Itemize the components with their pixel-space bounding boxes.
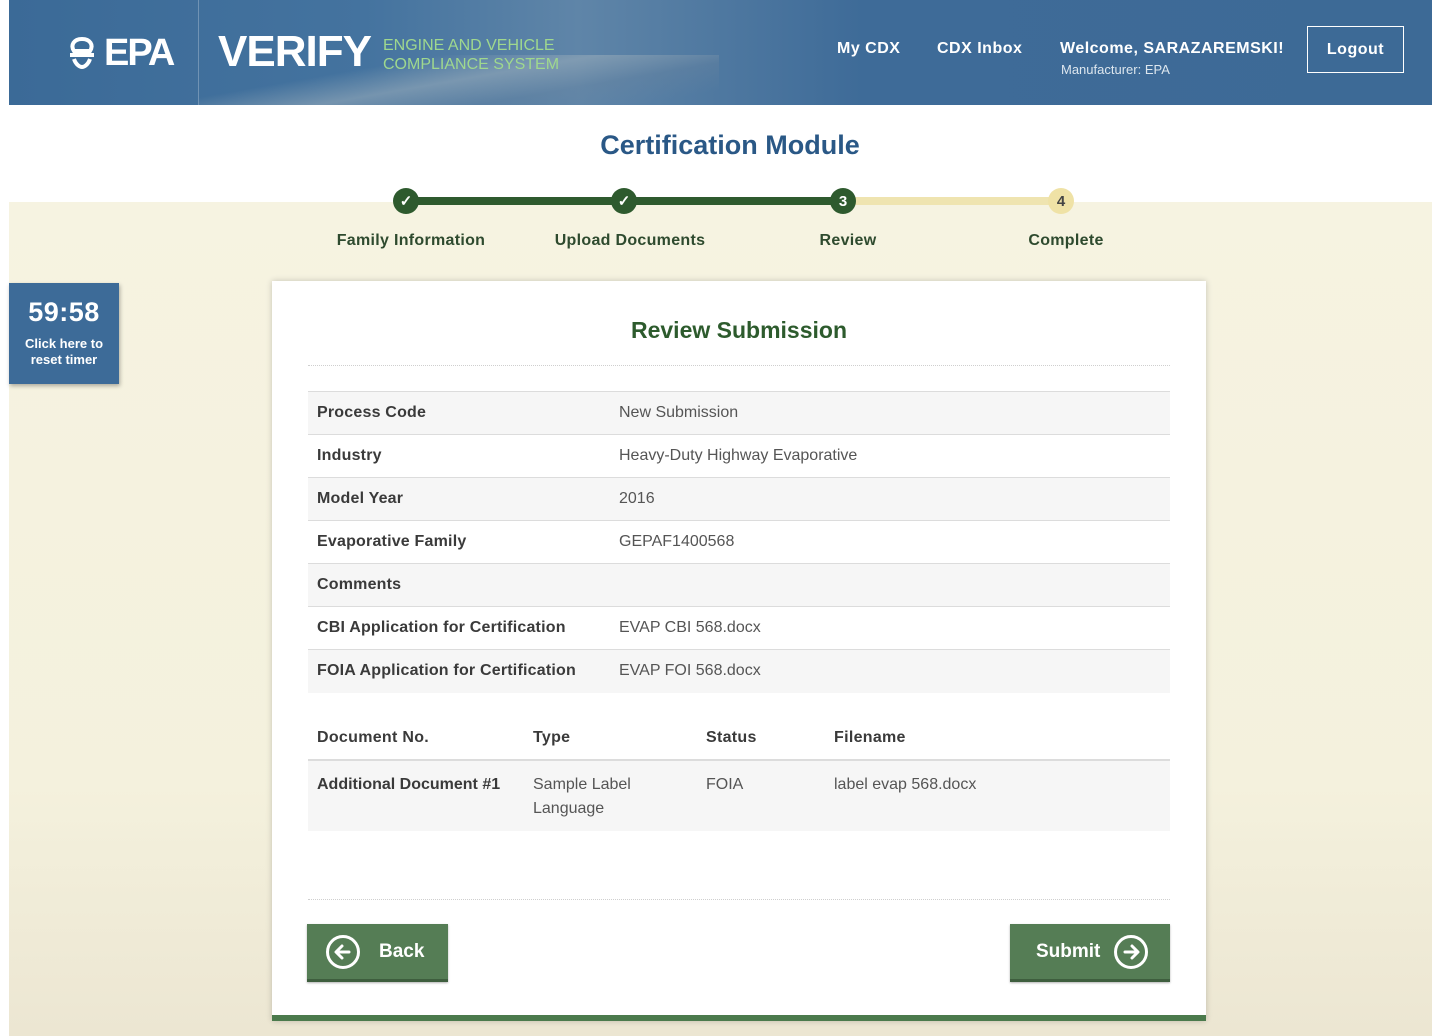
col-header-status: Status	[697, 717, 825, 761]
summary-value: EVAP FOI 568.docx	[619, 662, 761, 680]
step-1-checkmark-icon: ✓	[393, 188, 419, 214]
step-label-upload-documents: Upload Documents	[554, 232, 706, 249]
divider	[308, 365, 1170, 366]
arrow-right-icon	[1114, 934, 1149, 969]
system-name-line1: ENGINE AND VEHICLE	[383, 37, 555, 54]
arrow-left-icon	[326, 934, 360, 969]
review-card: Review Submission Process Code New Submi…	[272, 281, 1206, 1021]
doc-status: FOIA	[697, 760, 825, 831]
timer-hint-line2: reset timer	[30, 352, 98, 367]
system-name: ENGINE AND VEHICLE COMPLIANCE SYSTEM	[383, 36, 559, 74]
stepper-track-pending	[843, 197, 1061, 205]
step-label-review: Review	[819, 232, 877, 249]
doc-filename: label evap 568.docx	[825, 760, 1170, 831]
welcome-user: Welcome, SARAZAREMSKI!	[1060, 40, 1285, 57]
summary-value: Heavy-Duty Highway Evaporative	[619, 447, 858, 464]
timer-reset-hint: Click here to reset timer	[9, 336, 119, 368]
back-label: Back	[379, 940, 425, 962]
summary-row: Industry Heavy-Duty Highway Evaporative	[308, 434, 1170, 478]
summary-row: CBI Application for Certification EVAP C…	[308, 606, 1170, 650]
col-header-type: Type	[524, 717, 697, 761]
manufacturer-label: Manufacturer: EPA	[1061, 62, 1170, 77]
summary-value: 2016	[619, 490, 655, 507]
doc-number: Additional Document #1	[308, 760, 524, 831]
doc-type-line1: Sample Label	[533, 776, 631, 793]
nav-cdx-inbox[interactable]: CDX Inbox	[937, 40, 1022, 58]
summary-row: FOIA Application for Certification EVAP …	[308, 649, 1170, 693]
divider	[308, 899, 1170, 900]
app-name: VERIFY	[218, 27, 372, 76]
step-4-number: 4	[1048, 188, 1074, 214]
submit-button[interactable]: Submit	[1010, 924, 1170, 982]
system-name-line2: COMPLIANCE SYSTEM	[383, 56, 560, 73]
documents-table: Document No. Type Status Filename Additi…	[308, 717, 1170, 831]
step-label-complete: Complete	[1028, 232, 1104, 249]
summary-row: Comments	[308, 563, 1170, 607]
summary-key: Industry	[317, 447, 382, 464]
step-2-checkmark-icon: ✓	[611, 188, 637, 214]
step-3-number: 3	[830, 188, 856, 214]
doc-type-line2: Language	[533, 800, 605, 817]
doc-type: Sample Label Language	[524, 760, 697, 831]
logout-button[interactable]: Logout	[1307, 26, 1404, 73]
epa-logo-text: EPA	[104, 31, 175, 74]
submission-summary-table: Process Code New Submission Industry Hea…	[308, 391, 1170, 693]
col-header-document-no: Document No.	[308, 717, 524, 761]
summary-key: Evaporative Family	[317, 533, 467, 550]
summary-row: Evaporative Family GEPAF1400568	[308, 520, 1170, 564]
header-divider	[198, 0, 199, 105]
step-label-family-information: Family Information	[336, 232, 486, 249]
summary-key: Process Code	[317, 404, 427, 421]
summary-key: CBI Application for Certification	[317, 619, 566, 636]
epa-flower-icon	[70, 36, 94, 70]
summary-key: FOIA Application for Certification	[317, 662, 576, 680]
session-timer[interactable]: 59:58 Click here to reset timer	[9, 283, 119, 384]
submit-label: Submit	[1036, 940, 1101, 962]
timer-countdown: 59:58	[28, 297, 100, 327]
back-button[interactable]: Back	[307, 924, 448, 982]
timer-hint-line1: Click here to	[24, 336, 104, 351]
summary-value	[610, 564, 1170, 607]
summary-row: Process Code New Submission	[308, 391, 1170, 435]
summary-row: Model Year 2016	[308, 477, 1170, 521]
review-title: Review Submission	[630, 317, 847, 343]
col-header-filename: Filename	[825, 717, 1170, 761]
page-title: Certification Module	[600, 130, 860, 160]
table-row: Additional Document #1 Sample Label Lang…	[308, 760, 1170, 831]
summary-value: GEPAF1400568	[619, 533, 735, 550]
summary-key: Model Year	[317, 490, 404, 507]
summary-key: Comments	[317, 576, 402, 593]
epa-logo[interactable]: EPA	[64, 31, 175, 74]
summary-value: New Submission	[619, 404, 739, 421]
nav-my-cdx[interactable]: My CDX	[837, 40, 900, 58]
summary-value: EVAP CBI 568.docx	[619, 619, 761, 636]
